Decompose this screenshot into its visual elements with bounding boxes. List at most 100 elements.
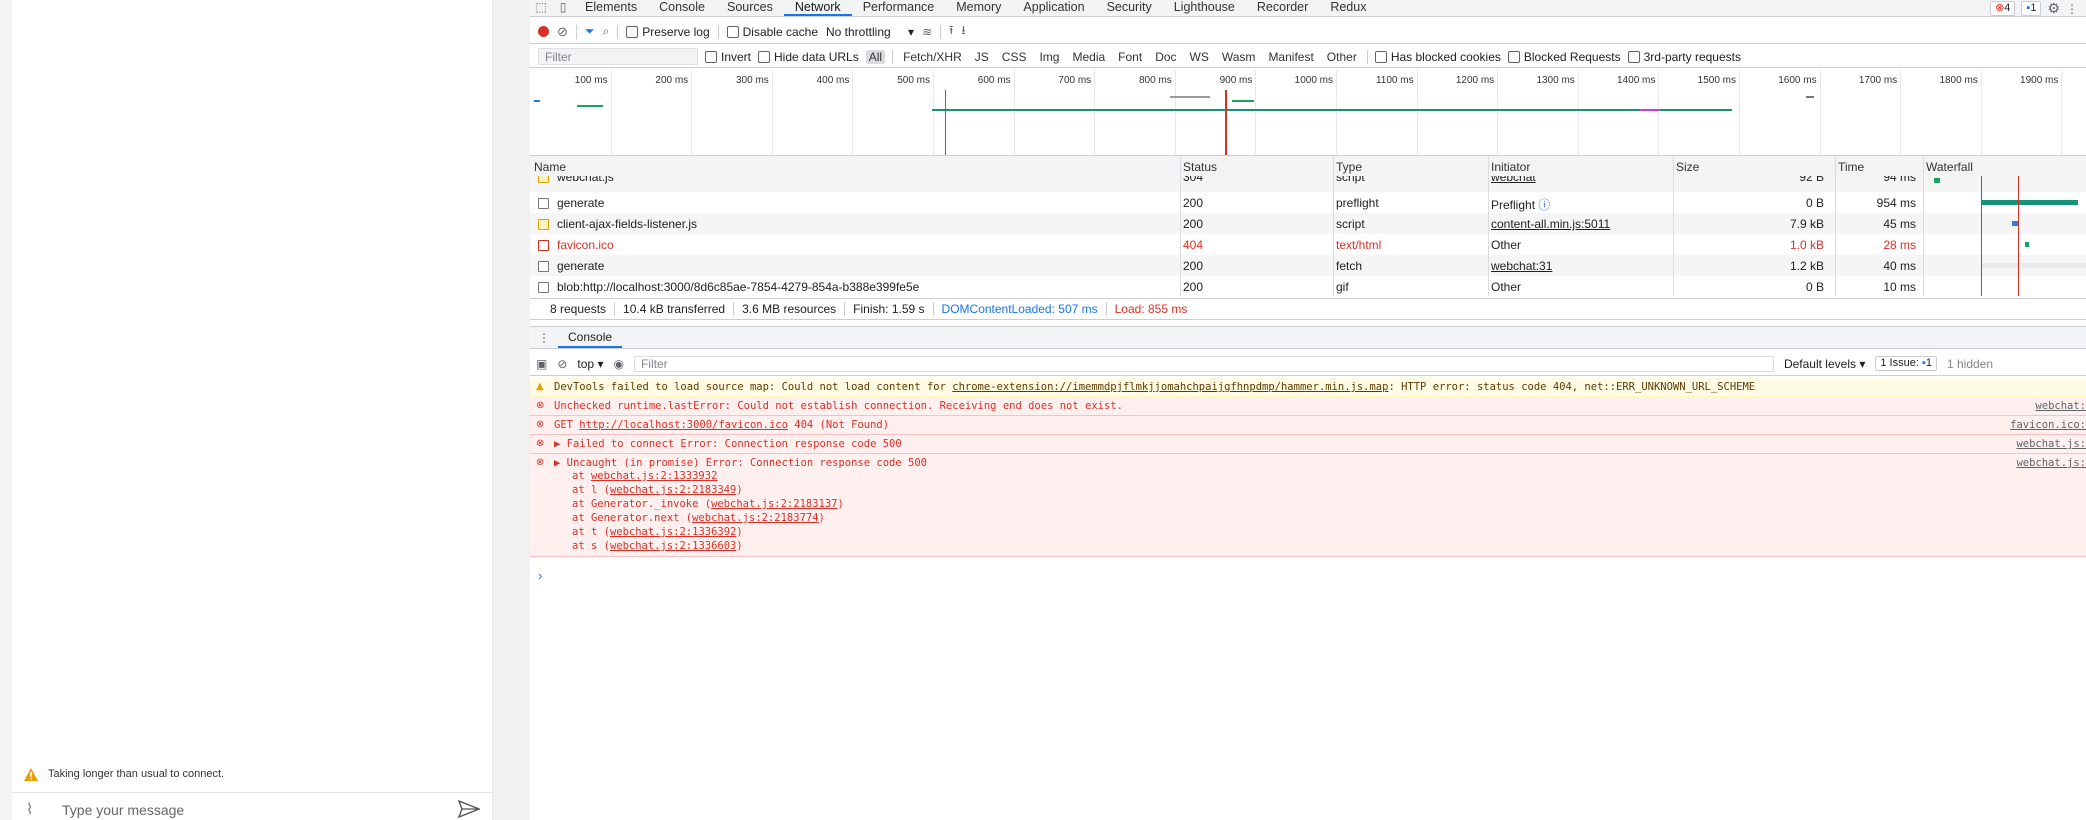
gear-icon[interactable]: ⚙ bbox=[2047, 0, 2060, 17]
tab-performance[interactable]: Performance bbox=[852, 0, 946, 14]
tab-memory[interactable]: Memory bbox=[945, 0, 1012, 14]
filter-icon[interactable]: ⏷ bbox=[585, 24, 595, 39]
network-filter-input[interactable]: Filter bbox=[538, 48, 698, 65]
device-toggle-icon[interactable]: ▯ bbox=[552, 0, 574, 14]
stack-frame-link[interactable]: webchat.js:2:2183137 bbox=[711, 498, 837, 510]
tab-sources[interactable]: Sources bbox=[716, 0, 784, 14]
type-filter-all[interactable]: All bbox=[865, 49, 886, 64]
col-initiator[interactable]: Initiator bbox=[1491, 160, 1530, 174]
console-error[interactable]: ⊗ GET http://localhost:3000/favicon.ico 4… bbox=[530, 416, 2086, 435]
console-error[interactable]: ⊗ ▶ Failed to connect Error: Connection r… bbox=[530, 435, 2086, 454]
col-status[interactable]: Status bbox=[1183, 160, 1217, 174]
hide-data-urls-checkbox[interactable]: Hide data URLs bbox=[758, 50, 859, 64]
third-party-checkbox[interactable]: 3rd-party requests bbox=[1627, 50, 1741, 64]
search-icon[interactable]: ⌕ bbox=[603, 24, 610, 39]
request-name: webchat.js bbox=[557, 176, 614, 184]
cell-initiator[interactable]: webchat:31 bbox=[1491, 259, 1552, 273]
drawer-menu-icon[interactable]: ⋮ bbox=[530, 331, 558, 345]
tab-security[interactable]: Security bbox=[1096, 0, 1163, 14]
tab-application[interactable]: Application bbox=[1012, 0, 1095, 14]
error-count-badge[interactable]: ⊗4 bbox=[1990, 1, 2016, 16]
stack-frame-link[interactable]: webchat.js:2:2183774 bbox=[692, 512, 818, 524]
type-filter-font[interactable]: Font bbox=[1115, 50, 1145, 64]
upload-icon[interactable]: ⭱ bbox=[949, 21, 953, 42]
overview-bar bbox=[932, 109, 1732, 111]
message-source-link[interactable]: webchat.js: bbox=[2016, 457, 2086, 469]
tab-recorder[interactable]: Recorder bbox=[1246, 0, 1319, 14]
table-row[interactable]: client-ajax-fields-listener.js 200 script c… bbox=[530, 213, 2086, 234]
download-icon[interactable]: ⭳ bbox=[961, 21, 965, 42]
cell-initiator[interactable]: content-all.min.js:5011 bbox=[1491, 217, 1610, 231]
tab-console[interactable]: Console bbox=[648, 0, 716, 14]
levels-select[interactable]: Default levels ▾ bbox=[1784, 357, 1865, 371]
col-name[interactable]: Name bbox=[534, 160, 566, 174]
message-link[interactable]: chrome-extension://imemmdpjflmkjjomahchp… bbox=[952, 381, 1388, 393]
type-filter-other[interactable]: Other bbox=[1324, 50, 1360, 64]
message-source-link[interactable]: webchat: bbox=[2035, 400, 2086, 412]
type-filter-js[interactable]: JS bbox=[972, 50, 992, 64]
invert-checkbox[interactable]: Invert bbox=[705, 50, 751, 64]
cell-initiator[interactable]: webchat bbox=[1491, 176, 1536, 184]
type-filter-manifest[interactable]: Manifest bbox=[1265, 50, 1316, 64]
message-source-link[interactable]: favicon.ico: bbox=[2010, 419, 2086, 431]
info-icon[interactable]: ⓘ bbox=[1538, 198, 1550, 212]
wifi-icon[interactable]: ≋ bbox=[922, 25, 932, 39]
drawer-tab-console[interactable]: Console bbox=[558, 328, 623, 348]
eye-icon[interactable]: ◉ bbox=[613, 357, 623, 371]
tab-network[interactable]: Network bbox=[783, 0, 852, 16]
tab-redux[interactable]: Redux bbox=[1319, 0, 1377, 14]
col-type[interactable]: Type bbox=[1336, 160, 1362, 174]
send-icon[interactable] bbox=[458, 800, 480, 818]
issue-count-badge[interactable]: ▪1 bbox=[2021, 1, 2042, 16]
stack-frame-link[interactable]: webchat.js:2:1333932 bbox=[591, 470, 717, 482]
message-input[interactable]: Type your message bbox=[62, 802, 184, 818]
table-row[interactable]: generate 200 fetch webchat:31 1.2 kB 40 ms bbox=[530, 255, 2086, 276]
blocked-requests-checkbox[interactable]: Blocked Requests bbox=[1507, 50, 1621, 64]
record-icon[interactable] bbox=[538, 26, 549, 37]
col-size[interactable]: Size bbox=[1676, 160, 1699, 174]
clear-console-icon[interactable]: ⊘ bbox=[557, 357, 567, 371]
type-filter-media[interactable]: Media bbox=[1069, 50, 1108, 64]
more-menu-icon[interactable]: ⋮ bbox=[2066, 2, 2078, 16]
type-filter-ws[interactable]: WS bbox=[1187, 50, 1212, 64]
table-row[interactable]: favicon.ico 404 text/html Other 1.0 kB 28 ms bbox=[530, 234, 2086, 255]
stack-frame-link[interactable]: webchat.js:2:2183349 bbox=[610, 484, 736, 496]
preserve-log-checkbox[interactable]: Preserve log bbox=[626, 25, 710, 39]
console-error[interactable]: ⊗ Unchecked runtime.lastError: Could not … bbox=[530, 397, 2086, 416]
console-prompt[interactable]: › bbox=[538, 568, 542, 583]
col-time[interactable]: Time bbox=[1838, 160, 1864, 174]
stack-frame-link[interactable]: webchat.js:2:1336603 bbox=[610, 540, 736, 552]
table-row[interactable]: generate 200 preflight Preflight ⓘ 0 B 954 ms bbox=[530, 192, 2086, 213]
type-filter-img[interactable]: Img bbox=[1036, 50, 1062, 64]
tab-elements[interactable]: Elements bbox=[574, 0, 648, 14]
invert-label: Invert bbox=[721, 49, 752, 64]
disable-cache-checkbox[interactable]: Disable cache bbox=[726, 25, 818, 39]
console-error[interactable]: ⊗ ▶ Uncaught (in promise) Error: Connecti… bbox=[530, 454, 2086, 557]
message-source-link[interactable]: webchat.js: bbox=[2016, 438, 2086, 450]
request-name: generate bbox=[557, 259, 605, 273]
type-filter-wasm[interactable]: Wasm bbox=[1219, 50, 1259, 64]
context-select[interactable]: top ▾ bbox=[577, 357, 603, 371]
stack-frame-link[interactable]: webchat.js:2:1336392 bbox=[610, 526, 736, 538]
blocked-cookies-checkbox[interactable]: Has blocked cookies bbox=[1374, 50, 1501, 64]
error-icon: ⊗ bbox=[1995, 2, 2005, 14]
col-divider bbox=[1180, 156, 1181, 296]
issues-button[interactable]: 1 Issue: ▪1 bbox=[1875, 356, 1937, 371]
table-row[interactable]: blob:http://localhost:3000/8d6c85ae-7854… bbox=[530, 276, 2086, 297]
clear-icon[interactable]: ⊘ bbox=[557, 24, 568, 40]
console-filter-input[interactable]: Filter bbox=[633, 355, 1774, 372]
network-overview[interactable]: 100 ms 200 ms 300 ms 400 ms 500 ms 600 ms 700 … bbox=[530, 70, 2086, 156]
tab-lighthouse[interactable]: Lighthouse bbox=[1163, 0, 1246, 14]
attach-icon[interactable]: ⌇ bbox=[26, 800, 33, 818]
type-filter-css[interactable]: CSS bbox=[999, 50, 1030, 64]
inspect-icon[interactable]: ⬚ bbox=[530, 0, 552, 14]
message-link[interactable]: http://localhost:3000/favicon.ico bbox=[579, 419, 788, 431]
console-warning[interactable]: ▲ DevTools failed to load source map: Cou… bbox=[530, 378, 2086, 397]
message-text: Unchecked runtime.lastError: Could not e… bbox=[554, 400, 1123, 412]
type-filter-fetch[interactable]: Fetch/XHR bbox=[900, 50, 965, 64]
table-row[interactable]: webchat.js 304 script webchat 92 B 94 ms bbox=[530, 176, 2086, 192]
sidebar-toggle-icon[interactable]: ▣ bbox=[536, 357, 547, 371]
throttling-select[interactable]: No throttling ▾ bbox=[826, 25, 914, 39]
col-waterfall[interactable]: Waterfall bbox=[1926, 160, 1973, 174]
type-filter-doc[interactable]: Doc bbox=[1152, 50, 1179, 64]
